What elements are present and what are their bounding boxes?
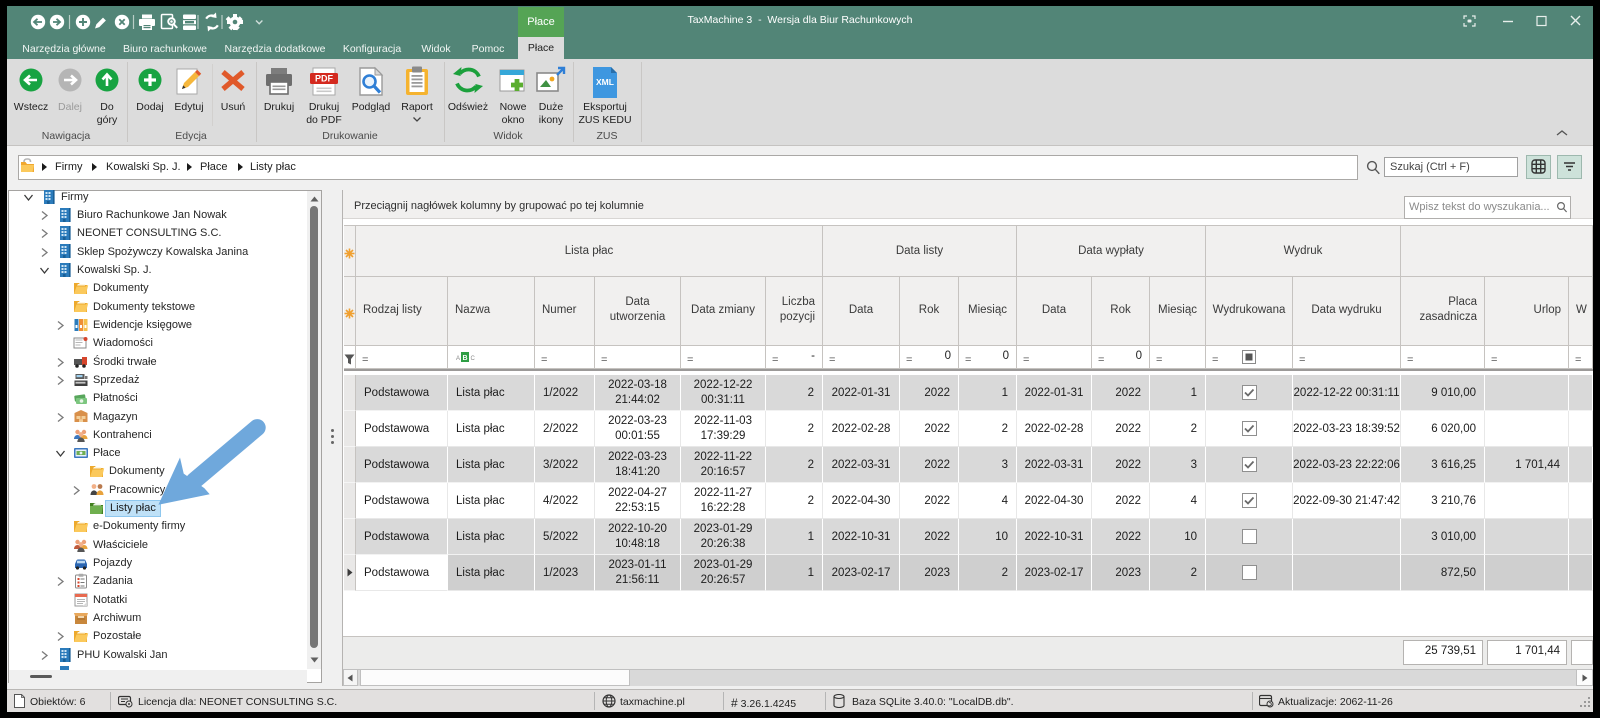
svg-text:PDF: PDF bbox=[315, 74, 334, 84]
svg-text:B: B bbox=[462, 355, 467, 362]
svg-text:A: A bbox=[456, 356, 460, 362]
svg-text:XML: XML bbox=[596, 77, 614, 87]
svg-text:C: C bbox=[471, 356, 476, 362]
